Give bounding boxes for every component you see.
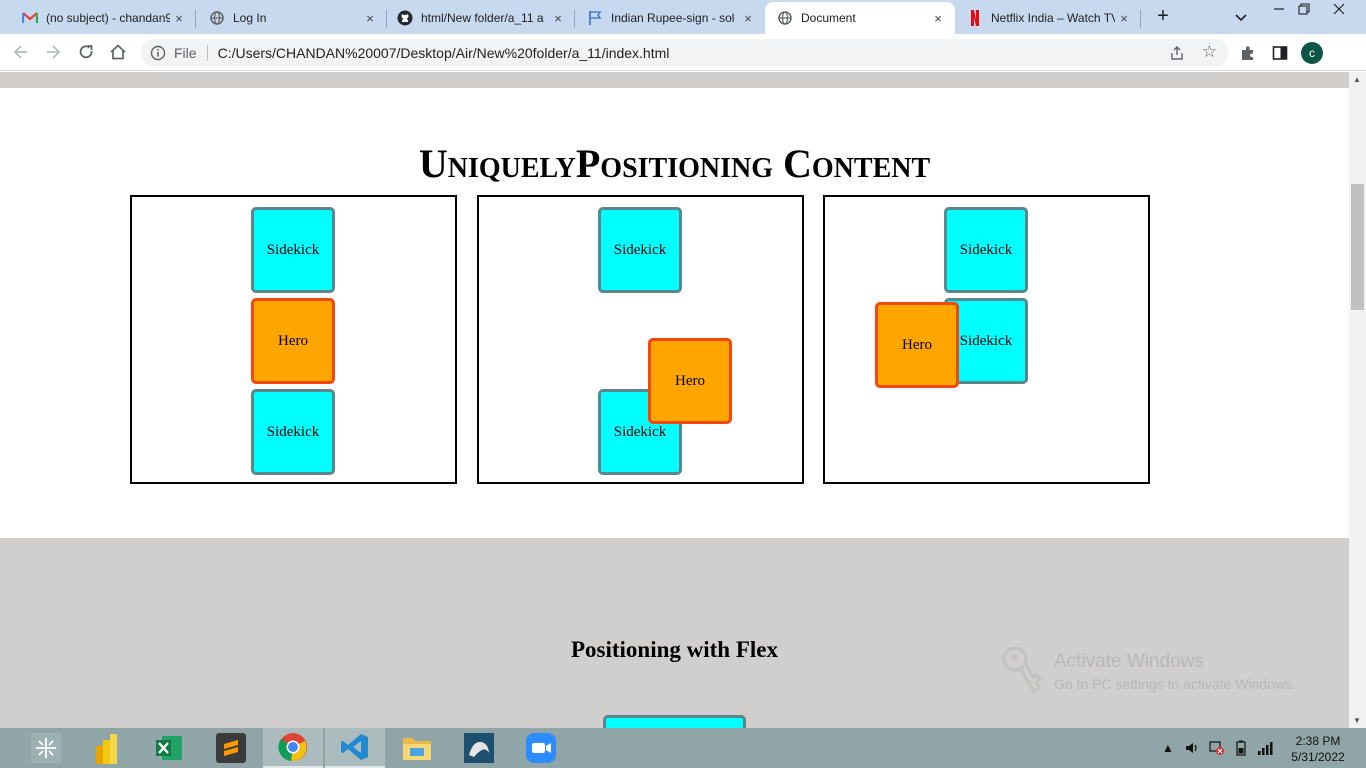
tab-github[interactable]: html/New folder/a_11 a × <box>375 2 575 34</box>
github-icon <box>397 10 413 26</box>
chrome-icon[interactable] <box>263 728 323 768</box>
tab-gmail[interactable]: (no subject) - chandan9 × <box>0 2 196 34</box>
sidekick-card: Sidekick <box>251 389 335 475</box>
chevron-up-icon[interactable]: ▲ <box>1160 740 1176 756</box>
sublime-icon[interactable] <box>201 728 261 768</box>
page-scrollbar[interactable]: ▲ ▼ <box>1349 72 1366 728</box>
watermark-title: Activate Windows <box>1054 651 1204 672</box>
hero-card: Hero <box>875 302 959 388</box>
url-text[interactable]: C:/Users/CHANDAN%20007/Desktop/Air/New%2… <box>218 45 670 61</box>
battery-icon[interactable] <box>1233 740 1249 756</box>
tab-login[interactable]: Log In × <box>187 2 387 34</box>
close-icon[interactable]: × <box>1115 9 1133 27</box>
tab-strip: (no subject) - chandan9 × Log In × html/… <box>0 0 1366 34</box>
activate-windows-watermark: Activate Windows Go to PC settings to ac… <box>1054 651 1296 692</box>
close-window-icon[interactable] <box>1324 3 1354 25</box>
scheme-label: File <box>174 45 197 61</box>
clock-date: 5/31/2022 <box>1291 750 1345 764</box>
network-error-icon[interactable] <box>1209 740 1225 756</box>
address-bar[interactable]: File C:/Users/CHANDAN%20007/Desktop/Air/… <box>141 39 1229 67</box>
tab-title: html/New folder/a_11 a <box>421 11 544 25</box>
close-icon[interactable]: × <box>170 9 188 27</box>
extensions-icon[interactable] <box>1239 44 1257 62</box>
previous-section-bottom <box>0 72 1349 88</box>
tab-netflix[interactable]: Netflix India – Watch TV × <box>945 2 1141 34</box>
sidekick-card: Sidekick <box>944 207 1028 293</box>
browser-toolbar: File C:/Users/CHANDAN%20007/Desktop/Air/… <box>0 34 1366 71</box>
vscode-icon[interactable] <box>325 728 385 768</box>
demo-box-1: Sidekick Hero Sidekick <box>130 195 457 484</box>
new-tab-button[interactable]: + <box>1152 6 1174 28</box>
share-icon[interactable] <box>1169 45 1185 61</box>
scroll-down-icon[interactable]: ▼ <box>1353 716 1361 725</box>
key-icon <box>1000 644 1052 696</box>
hero-card: Hero <box>251 298 335 384</box>
close-icon[interactable]: × <box>739 9 757 27</box>
clock-time: 2:38 PM <box>1295 734 1341 748</box>
back-arrow-icon[interactable] <box>10 41 32 63</box>
scroll-up-icon[interactable]: ▲ <box>1353 75 1361 84</box>
forward-arrow-icon[interactable] <box>42 41 64 63</box>
globe-icon <box>209 10 225 26</box>
mysql-icon[interactable] <box>449 728 509 768</box>
netflix-icon <box>967 10 983 26</box>
windows-taskbar: ▲ 2:38 PM 5/31/2022 <box>0 728 1366 768</box>
tab-title: Indian Rupee-sign - sol <box>611 11 735 25</box>
globe-icon <box>777 10 793 26</box>
tableau-icon[interactable] <box>16 728 76 768</box>
home-icon[interactable] <box>107 41 129 63</box>
watermark-subtitle: Go to PC settings to activate Windows. <box>1054 676 1296 692</box>
bookmark-star-icon[interactable]: ☆ <box>1202 42 1217 62</box>
speaker-icon[interactable] <box>1184 740 1200 756</box>
flex-sidekick-card <box>603 715 746 728</box>
gmail-icon <box>22 10 38 26</box>
sidekick-card: Sidekick <box>251 207 335 293</box>
flag-icon <box>587 10 603 26</box>
sidekick-card: Sidekick <box>598 207 682 293</box>
flex-section <box>0 538 1349 728</box>
excel-icon[interactable] <box>139 728 199 768</box>
scrollbar-thumb[interactable] <box>1351 184 1364 310</box>
zoom-icon[interactable] <box>511 728 571 768</box>
chevron-down-icon[interactable] <box>1232 8 1250 26</box>
demo-box-2: Sidekick Sidekick Hero <box>477 195 804 484</box>
page-heading: UniquelyPositioning Content <box>418 141 931 186</box>
restore-icon[interactable] <box>1289 3 1319 25</box>
tab-document[interactable]: Document × <box>765 2 955 34</box>
tab-rupee[interactable]: Indian Rupee-sign - sol × <box>565 2 765 34</box>
tab-title: Document <box>801 11 856 25</box>
demo-box-3: Sidekick Sidekick Hero <box>823 195 1150 484</box>
tab-title: (no subject) - chandan9 <box>46 11 170 25</box>
side-panel-icon[interactable] <box>1271 44 1289 62</box>
signal-icon[interactable] <box>1257 740 1273 756</box>
powerbi-icon[interactable] <box>77 728 137 768</box>
profile-avatar[interactable]: c <box>1301 42 1323 64</box>
info-icon[interactable] <box>150 45 166 61</box>
hero-card: Hero <box>648 338 732 424</box>
file-explorer-icon[interactable] <box>387 728 447 768</box>
reload-icon[interactable] <box>75 41 97 63</box>
tab-title: Log In <box>233 11 267 25</box>
system-clock[interactable]: 2:38 PM 5/31/2022 <box>1282 733 1354 765</box>
page-viewport: UniquelyPositioning Content Sidekick Her… <box>0 72 1349 728</box>
tab-title: Netflix India – Watch TV <box>991 11 1115 25</box>
